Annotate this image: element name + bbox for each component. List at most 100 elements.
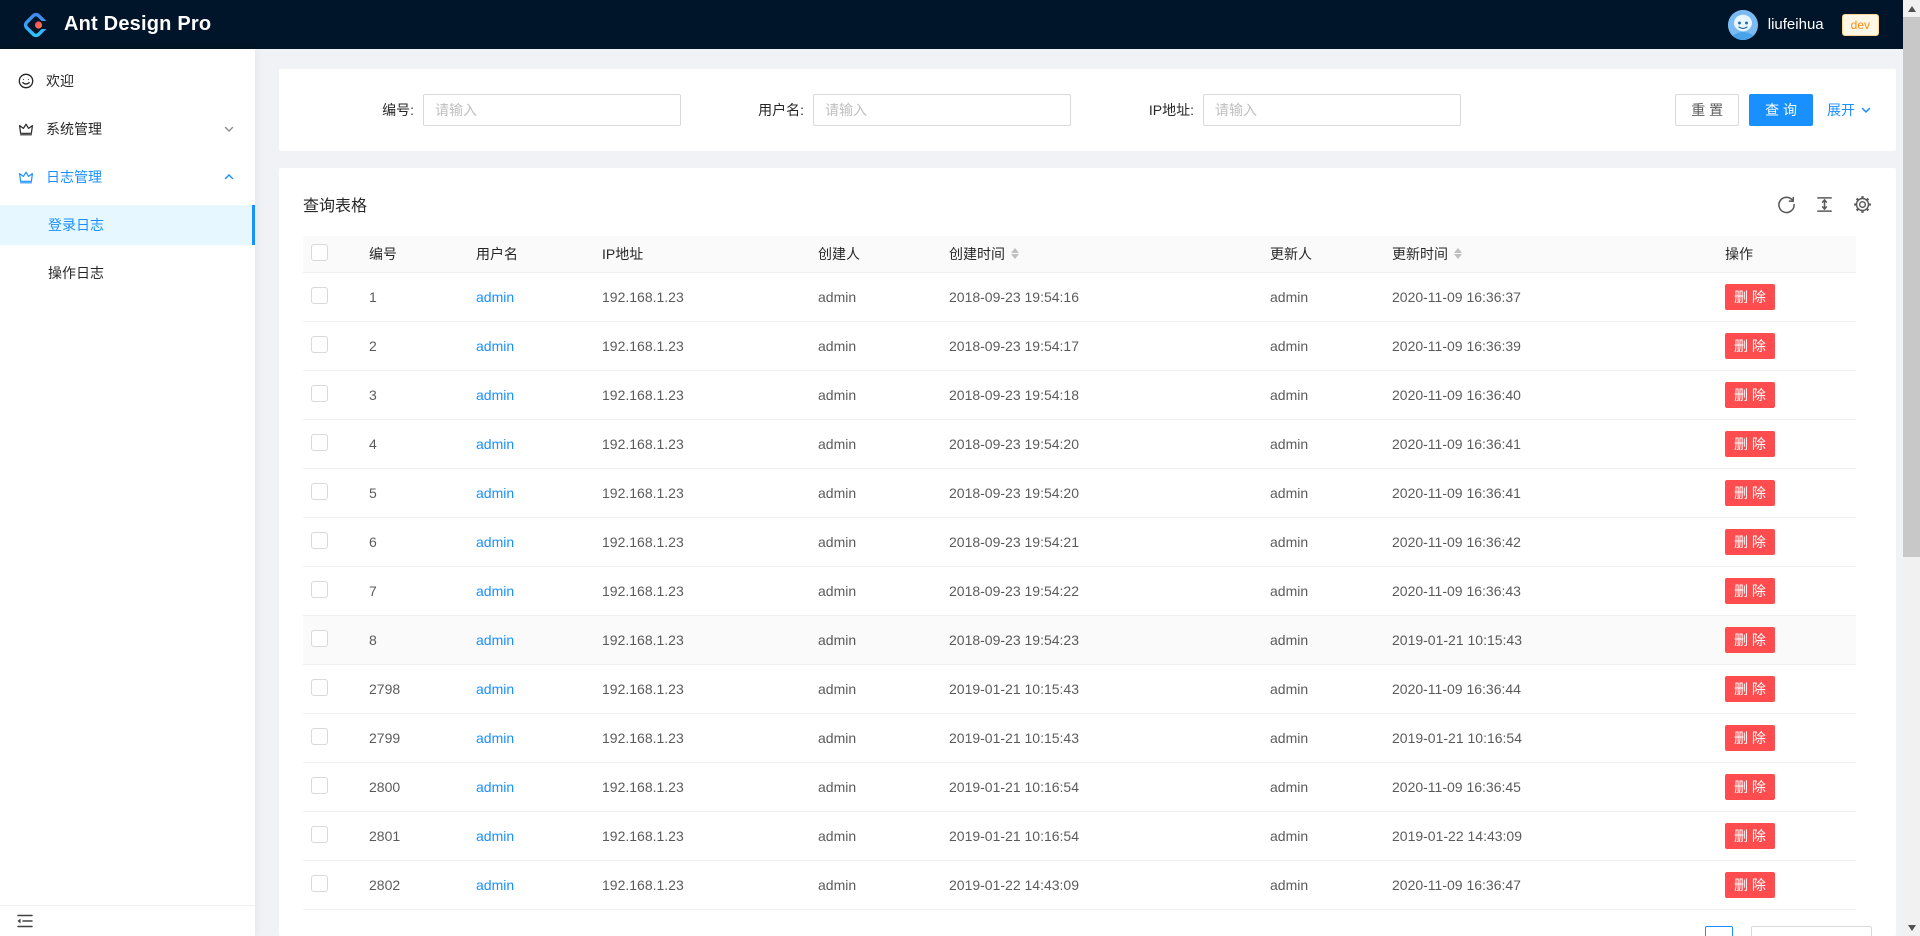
cell-created-time: 2019-01-22 14:43:09 <box>933 860 1254 909</box>
table-row: 5 admin 192.168.1.23 admin 2018-09-23 19… <box>303 468 1856 517</box>
cell-updated-time: 2020-11-09 16:36:44 <box>1376 664 1709 713</box>
username-link[interactable]: admin <box>476 632 514 648</box>
cell-id: 4 <box>353 419 460 468</box>
row-checkbox[interactable] <box>311 483 328 500</box>
ip-field-input[interactable] <box>1203 94 1461 126</box>
row-checkbox[interactable] <box>311 679 328 696</box>
username-link[interactable]: admin <box>476 436 514 452</box>
column-header-ip: IP地址 <box>586 236 802 272</box>
sidebar-item-label: 欢迎 <box>46 71 74 91</box>
delete-button[interactable]: 删 除 <box>1725 823 1775 849</box>
id-field-input[interactable] <box>423 94 681 126</box>
username-link[interactable]: admin <box>476 534 514 550</box>
sidebar: 欢迎 系统管理 <box>0 49 255 936</box>
username-link[interactable]: admin <box>476 730 514 746</box>
column-height-icon[interactable] <box>1814 194 1834 214</box>
cell-id: 2801 <box>353 811 460 860</box>
table-row: 7 admin 192.168.1.23 admin 2018-09-23 19… <box>303 566 1856 615</box>
delete-button[interactable]: 删 除 <box>1725 529 1775 555</box>
cell-updated-time: 2020-11-09 16:36:40 <box>1376 370 1709 419</box>
setting-icon[interactable] <box>1852 194 1872 214</box>
expand-link[interactable]: 展开 <box>1827 100 1872 120</box>
column-header-updated[interactable]: 更新时间 <box>1376 236 1709 272</box>
cell-updater: admin <box>1254 321 1376 370</box>
sidebar-item-operation-log[interactable]: 操作日志 <box>0 253 255 293</box>
table-header-row: 编号 用户名 IP地址 创建人 创建时间 更新人 <box>303 236 1856 272</box>
scroll-down-icon[interactable] <box>1903 919 1920 936</box>
row-checkbox[interactable] <box>311 777 328 794</box>
cell-created-time: 2019-01-21 10:15:43 <box>933 664 1254 713</box>
delete-button[interactable]: 删 除 <box>1725 725 1775 751</box>
page-size-select[interactable] <box>1751 926 1872 936</box>
delete-button[interactable]: 删 除 <box>1725 284 1775 310</box>
cell-creator: admin <box>802 370 933 419</box>
username-link[interactable]: admin <box>476 485 514 501</box>
reset-button[interactable]: 重 置 <box>1675 94 1739 126</box>
row-checkbox[interactable] <box>311 385 328 402</box>
main-content: 编号: 用户名: IP地址: 重 置 查 询 <box>255 49 1920 936</box>
pagination-page-1[interactable] <box>1705 926 1733 936</box>
query-button[interactable]: 查 询 <box>1749 94 1813 126</box>
delete-button[interactable]: 删 除 <box>1725 578 1775 604</box>
row-checkbox[interactable] <box>311 336 328 353</box>
vertical-scrollbar[interactable] <box>1903 0 1920 936</box>
cell-creator: admin <box>802 615 933 664</box>
delete-button[interactable]: 删 除 <box>1725 774 1775 800</box>
delete-button[interactable]: 删 除 <box>1725 480 1775 506</box>
cell-updated-time: 2019-01-21 10:16:54 <box>1376 713 1709 762</box>
username-link[interactable]: admin <box>476 338 514 354</box>
row-checkbox[interactable] <box>311 581 328 598</box>
delete-button[interactable]: 删 除 <box>1725 333 1775 359</box>
username-label: liufeihua <box>1768 16 1824 33</box>
app-logo[interactable]: Ant Design Pro <box>20 9 211 41</box>
cell-created-time: 2018-09-23 19:54:23 <box>933 615 1254 664</box>
scroll-up-icon[interactable] <box>1903 0 1920 17</box>
sidebar-item-login-log[interactable]: 登录日志 <box>0 205 255 245</box>
user-menu[interactable]: liufeihua dev <box>1728 10 1879 40</box>
cell-updated-time: 2020-11-09 16:36:43 <box>1376 566 1709 615</box>
column-header-created[interactable]: 创建时间 <box>933 236 1254 272</box>
row-checkbox[interactable] <box>311 728 328 745</box>
username-link[interactable]: admin <box>476 779 514 795</box>
delete-button[interactable]: 删 除 <box>1725 676 1775 702</box>
sidebar-item-system-mgmt[interactable]: 系统管理 <box>0 109 255 149</box>
cell-id: 2 <box>353 321 460 370</box>
username-link[interactable]: admin <box>476 828 514 844</box>
username-link[interactable]: admin <box>476 681 514 697</box>
scrollbar-thumb[interactable] <box>1903 17 1920 557</box>
reload-icon[interactable] <box>1776 194 1796 214</box>
sidebar-item-welcome[interactable]: 欢迎 <box>0 61 255 101</box>
table-row: 3 admin 192.168.1.23 admin 2018-09-23 19… <box>303 370 1856 419</box>
row-checkbox[interactable] <box>311 826 328 843</box>
username-field-input[interactable] <box>813 94 1071 126</box>
column-header-creator: 创建人 <box>802 236 933 272</box>
row-checkbox[interactable] <box>311 434 328 451</box>
cell-creator: admin <box>802 566 933 615</box>
user-avatar[interactable] <box>1728 10 1758 40</box>
username-link[interactable]: admin <box>476 877 514 893</box>
menu-fold-icon[interactable] <box>16 912 34 930</box>
search-filter-card: 编号: 用户名: IP地址: 重 置 查 询 <box>279 69 1896 151</box>
cell-updater: admin <box>1254 713 1376 762</box>
table-toolbar: 查询表格 <box>279 168 1896 236</box>
cell-creator: admin <box>802 713 933 762</box>
row-checkbox[interactable] <box>311 287 328 304</box>
cell-updated-time: 2020-11-09 16:36:42 <box>1376 517 1709 566</box>
delete-button[interactable]: 删 除 <box>1725 627 1775 653</box>
select-all-checkbox[interactable] <box>311 244 328 261</box>
delete-button[interactable]: 删 除 <box>1725 382 1775 408</box>
sidebar-footer <box>0 905 255 936</box>
delete-button[interactable]: 删 除 <box>1725 872 1775 898</box>
table-title: 查询表格 <box>303 192 367 216</box>
sidebar-item-log-mgmt[interactable]: 日志管理 <box>0 157 255 197</box>
row-checkbox[interactable] <box>311 630 328 647</box>
row-checkbox[interactable] <box>311 875 328 892</box>
query-table-card: 查询表格 <box>279 168 1896 936</box>
row-checkbox[interactable] <box>311 532 328 549</box>
username-link[interactable]: admin <box>476 387 514 403</box>
cell-creator: admin <box>802 321 933 370</box>
cell-updated-time: 2020-11-09 16:36:41 <box>1376 419 1709 468</box>
username-link[interactable]: admin <box>476 289 514 305</box>
username-link[interactable]: admin <box>476 583 514 599</box>
delete-button[interactable]: 删 除 <box>1725 431 1775 457</box>
